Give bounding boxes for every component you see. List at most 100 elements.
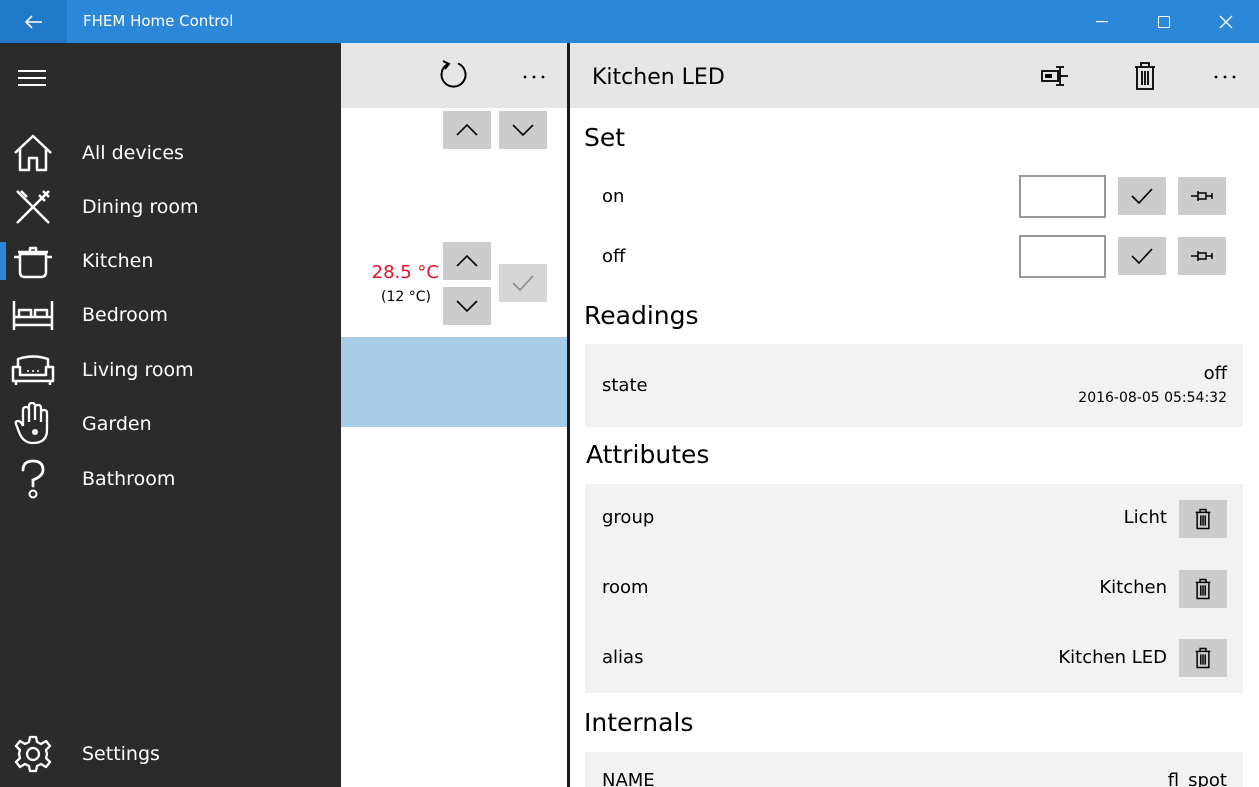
more-icon bbox=[521, 63, 551, 87]
window-title: FHEM Home Control bbox=[83, 12, 234, 30]
attributes-panel: group Licht room Kitchen alias Kitchen L… bbox=[585, 484, 1243, 693]
target-temperature: (12 °C) bbox=[381, 289, 431, 305]
maximize-icon bbox=[1158, 15, 1170, 28]
list-command-bar bbox=[341, 43, 567, 108]
cooking-pot-icon bbox=[0, 234, 66, 288]
detail-more-button[interactable] bbox=[1212, 63, 1242, 87]
device-list-pane: 28.5 °C (12 °C) bbox=[341, 43, 567, 787]
pin-icon bbox=[1190, 189, 1214, 203]
back-button[interactable] bbox=[0, 0, 67, 43]
pin-icon bbox=[1190, 249, 1214, 263]
sidebar-item-settings[interactable]: Settings bbox=[0, 727, 341, 781]
internal-name: NAME bbox=[602, 770, 655, 787]
shutter-down-button[interactable] bbox=[499, 111, 547, 149]
home-icon bbox=[0, 126, 66, 180]
bed-icon bbox=[0, 288, 66, 342]
sidebar-item-label: Dining room bbox=[82, 196, 199, 218]
sidebar-item-label: Garden bbox=[82, 413, 152, 435]
sofa-icon bbox=[0, 343, 66, 397]
set-on-apply-button[interactable] bbox=[1118, 177, 1166, 215]
delete-attribute-room-button[interactable] bbox=[1179, 570, 1227, 608]
more-icon bbox=[1212, 63, 1242, 87]
set-off-value-input[interactable] bbox=[1019, 235, 1106, 278]
set-off-pin-button[interactable] bbox=[1178, 237, 1226, 275]
sidebar-item-kitchen[interactable]: Kitchen bbox=[0, 234, 341, 288]
temperature-apply-button[interactable] bbox=[499, 264, 547, 302]
attributes-section-title: Attributes bbox=[586, 440, 710, 469]
temperature-down-button[interactable] bbox=[443, 287, 491, 325]
close-button[interactable] bbox=[1195, 0, 1257, 43]
minimize-icon bbox=[1096, 20, 1108, 23]
set-off-apply-button[interactable] bbox=[1118, 237, 1166, 275]
trash-icon bbox=[1194, 508, 1212, 530]
temperature-up-button[interactable] bbox=[443, 242, 491, 280]
attribute-name: alias bbox=[602, 647, 644, 668]
close-icon bbox=[1219, 15, 1233, 29]
sidebar-item-label: Kitchen bbox=[82, 250, 154, 272]
sidebar-item-label: All devices bbox=[82, 142, 184, 164]
refresh-icon bbox=[438, 59, 472, 91]
set-section-title: Set bbox=[584, 123, 626, 152]
maximize-button[interactable] bbox=[1133, 0, 1195, 43]
sidebar-item-bedroom[interactable]: Bedroom bbox=[0, 288, 341, 342]
gear-icon bbox=[0, 727, 66, 781]
chevron-up-icon bbox=[456, 124, 478, 136]
hamburger-icon bbox=[18, 67, 48, 89]
attribute-value: Licht bbox=[1123, 507, 1167, 528]
checkmark-icon bbox=[1131, 188, 1153, 204]
trash-icon bbox=[1133, 61, 1159, 91]
reading-value: off bbox=[1203, 363, 1227, 384]
sidebar-item-bathroom[interactable]: Bathroom bbox=[0, 452, 341, 506]
rename-icon bbox=[1040, 64, 1070, 88]
selected-device-row[interactable] bbox=[341, 337, 567, 427]
sidebar-item-label: Bedroom bbox=[82, 304, 168, 326]
readings-section-title: Readings bbox=[584, 301, 699, 330]
title-bar: FHEM Home Control bbox=[0, 0, 1259, 43]
internals-section-title: Internals bbox=[584, 708, 694, 737]
sidebar-item-label: Bathroom bbox=[82, 468, 176, 490]
trash-icon bbox=[1194, 578, 1212, 600]
sidebar-item-living-room[interactable]: Living room bbox=[0, 343, 341, 397]
rename-device-button[interactable] bbox=[1040, 64, 1070, 88]
delete-attribute-group-button[interactable] bbox=[1179, 500, 1227, 538]
attribute-name: group bbox=[602, 507, 655, 528]
delete-attribute-alias-button[interactable] bbox=[1179, 639, 1227, 677]
refresh-button[interactable] bbox=[438, 59, 472, 93]
reading-timestamp: 2016-08-05 05:54:32 bbox=[1078, 390, 1227, 406]
device-title: Kitchen LED bbox=[592, 65, 725, 90]
internal-value: fl_spot bbox=[1167, 770, 1227, 787]
device-detail-pane: Kitchen LED Set on off Readings state of… bbox=[570, 43, 1259, 787]
chevron-up-icon bbox=[456, 255, 478, 267]
attribute-value: Kitchen bbox=[1099, 577, 1167, 598]
chevron-down-icon bbox=[456, 300, 478, 312]
sidebar-item-label: Living room bbox=[82, 359, 194, 381]
internals-panel: NAME fl_spot bbox=[585, 752, 1243, 787]
sidebar-item-garden[interactable]: Garden bbox=[0, 397, 341, 451]
delete-device-button[interactable] bbox=[1133, 61, 1159, 91]
cutlery-icon bbox=[0, 180, 66, 234]
set-on-value-input[interactable] bbox=[1019, 175, 1106, 218]
settings-label: Settings bbox=[82, 743, 160, 765]
navigation-sidebar: All devices Dining room Kitchen Bedroom … bbox=[0, 43, 341, 787]
reading-name: state bbox=[602, 375, 648, 396]
sidebar-item-all-devices[interactable]: All devices bbox=[0, 126, 341, 180]
set-on-pin-button[interactable] bbox=[1178, 177, 1226, 215]
readings-panel: state off 2016-08-05 05:54:32 bbox=[585, 344, 1243, 427]
chevron-down-icon bbox=[512, 124, 534, 136]
checkmark-icon bbox=[512, 275, 534, 291]
checkmark-icon bbox=[1131, 248, 1153, 264]
list-more-button[interactable] bbox=[521, 63, 551, 87]
current-temperature: 28.5 °C bbox=[371, 262, 439, 283]
hamburger-menu-button[interactable] bbox=[18, 67, 48, 89]
trash-icon bbox=[1194, 647, 1212, 669]
attribute-value: Kitchen LED bbox=[1058, 647, 1167, 668]
back-arrow-icon bbox=[24, 14, 43, 29]
question-icon bbox=[0, 452, 66, 506]
set-command-label: off bbox=[602, 246, 626, 267]
detail-command-bar: Kitchen LED bbox=[570, 43, 1259, 108]
set-command-label: on bbox=[602, 186, 625, 207]
hand-flower-icon bbox=[0, 397, 66, 451]
shutter-up-button[interactable] bbox=[443, 111, 491, 149]
sidebar-item-dining-room[interactable]: Dining room bbox=[0, 180, 341, 234]
minimize-button[interactable] bbox=[1071, 0, 1133, 43]
